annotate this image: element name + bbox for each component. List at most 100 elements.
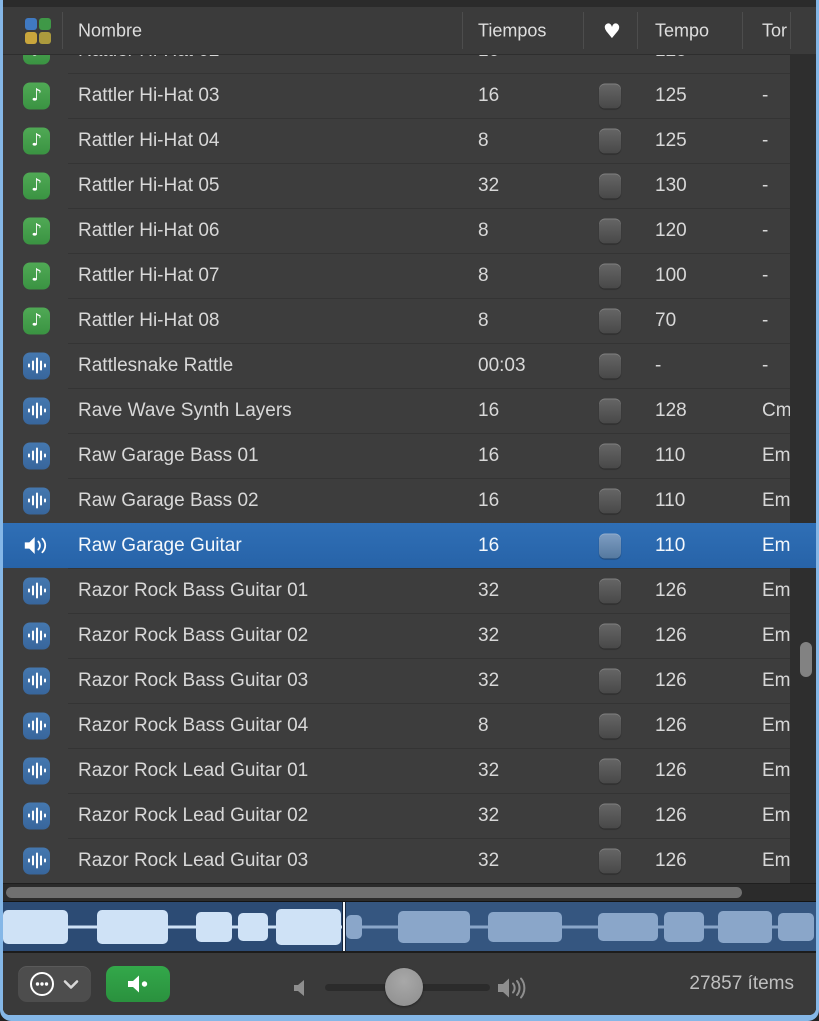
loop-row[interactable]: ♪Rattler Hi-Hat 0532130- — [3, 163, 816, 208]
audio-loop-icon — [23, 487, 50, 514]
favorite-checkbox[interactable] — [599, 128, 621, 153]
favorite-checkbox[interactable] — [599, 578, 621, 603]
loop-beats: 32 — [478, 760, 499, 782]
column-header-beats[interactable]: Tiempos — [478, 20, 546, 41]
audio-loop-icon — [23, 352, 50, 379]
loop-key: - — [762, 130, 768, 152]
loop-row[interactable]: ♪Rattler Hi-Hat 0316125- — [3, 73, 816, 118]
speaker-quiet-icon — [293, 979, 307, 997]
favorite-checkbox[interactable] — [599, 263, 621, 288]
favorite-checkbox[interactable] — [599, 218, 621, 243]
loop-row[interactable]: Razor Rock Lead Guitar 0332126Em — [3, 838, 816, 883]
loop-name: Razor Rock Bass Guitar 04 — [78, 715, 308, 737]
loop-row[interactable]: ♪Rattler Hi-Hat 0216125- — [3, 55, 816, 73]
loop-row[interactable]: Razor Rock Bass Guitar 0332126Em — [3, 658, 816, 703]
column-separator — [790, 12, 791, 49]
loop-beats: 32 — [478, 850, 499, 872]
volume-slider-thumb[interactable] — [385, 968, 423, 1006]
loop-tempo: 126 — [655, 805, 687, 827]
favorite-checkbox[interactable] — [599, 443, 621, 468]
loop-row[interactable]: ♪Rattler Hi-Hat 068120- — [3, 208, 816, 253]
loop-key: - — [762, 355, 768, 377]
loop-row[interactable]: ♪Rattler Hi-Hat 078100- — [3, 253, 816, 298]
loop-beats: 32 — [478, 175, 499, 197]
music-note-icon: ♪ — [23, 55, 50, 64]
loop-beats: 8 — [478, 130, 489, 152]
column-header-name[interactable]: Nombre — [78, 20, 142, 41]
loop-name: Razor Rock Lead Guitar 02 — [78, 805, 308, 827]
grid-tile-yellow — [25, 32, 37, 44]
loop-beats: 8 — [478, 220, 489, 242]
vertical-scrollbar-thumb[interactable] — [800, 642, 812, 677]
loop-key: - — [762, 265, 768, 287]
loop-row[interactable]: Rattlesnake Rattle00:03-- — [3, 343, 816, 388]
loop-beats: 32 — [478, 625, 499, 647]
favorite-checkbox[interactable] — [599, 758, 621, 783]
items-count-label: 27857 ítems — [689, 973, 794, 995]
favorite-checkbox[interactable] — [599, 83, 621, 108]
bottom-toolbar: 27857 ítems — [3, 951, 816, 1015]
loop-row[interactable]: Raw Garage Guitar16110Em — [3, 523, 816, 568]
audio-loop-icon — [23, 802, 50, 829]
actions-menu-button[interactable] — [18, 966, 91, 1002]
loop-row[interactable]: Razor Rock Lead Guitar 0132126Em — [3, 748, 816, 793]
loop-row[interactable]: Raw Garage Bass 0116110Em — [3, 433, 816, 478]
loop-beats: 16 — [478, 400, 499, 422]
waveform-preview[interactable] — [3, 901, 816, 951]
favorite-checkbox[interactable] — [599, 398, 621, 423]
favorite-checkbox[interactable] — [599, 713, 621, 738]
loop-row[interactable]: Razor Rock Bass Guitar 048126Em — [3, 703, 816, 748]
loop-row[interactable]: Razor Rock Bass Guitar 0232126Em — [3, 613, 816, 658]
audio-loop-icon — [23, 397, 50, 424]
favorite-checkbox[interactable] — [599, 803, 621, 828]
favorite-checkbox[interactable] — [599, 848, 621, 873]
column-separator — [462, 12, 463, 49]
loop-beats: 16 — [478, 535, 499, 557]
loop-name: Rattler Hi-Hat 03 — [78, 85, 220, 107]
loop-beats: 8 — [478, 310, 489, 332]
favorite-checkbox[interactable] — [599, 173, 621, 198]
loop-name: Rattler Hi-Hat 04 — [78, 130, 220, 152]
loop-tempo: - — [655, 355, 661, 377]
loop-browser-window: Nombre Tiempos ♥ Tempo Tor ♪Rattler Hi-H… — [0, 0, 819, 1021]
audio-loop-icon — [23, 757, 50, 784]
loop-name: Rattler Hi-Hat 02 — [78, 55, 220, 62]
loop-tempo: 130 — [655, 175, 687, 197]
audio-loop-icon — [23, 667, 50, 694]
loop-name: Razor Rock Bass Guitar 01 — [78, 580, 308, 602]
music-note-icon: ♪ — [23, 307, 50, 334]
favorite-checkbox[interactable] — [599, 533, 621, 558]
loop-tempo: 126 — [655, 580, 687, 602]
loop-key: - — [762, 85, 768, 107]
loop-row[interactable]: ♪Rattler Hi-Hat 08870- — [3, 298, 816, 343]
loop-row[interactable]: Raw Garage Bass 0216110Em — [3, 478, 816, 523]
loop-row[interactable]: Razor Rock Bass Guitar 0132126Em — [3, 568, 816, 613]
column-header-key[interactable]: Tor — [762, 20, 787, 41]
loop-row[interactable]: ♪Rattler Hi-Hat 048125- — [3, 118, 816, 163]
loop-tempo: 110 — [655, 535, 685, 557]
loop-tempo: 120 — [655, 220, 687, 242]
favorite-checkbox[interactable] — [599, 623, 621, 648]
favorite-checkbox[interactable] — [599, 308, 621, 333]
favorite-checkbox[interactable] — [599, 488, 621, 513]
loop-name: Razor Rock Bass Guitar 03 — [78, 670, 308, 692]
loop-row[interactable]: Razor Rock Lead Guitar 0232126Em — [3, 793, 816, 838]
loop-tempo: 110 — [655, 445, 685, 467]
favorite-column-heart-icon[interactable]: ♥ — [603, 19, 621, 43]
loop-beats: 32 — [478, 670, 499, 692]
loop-key: Cm — [762, 400, 792, 422]
favorite-checkbox[interactable] — [599, 353, 621, 378]
loop-row[interactable]: Rave Wave Synth Layers16128Cm — [3, 388, 816, 433]
loop-name: Razor Rock Lead Guitar 01 — [78, 760, 308, 782]
loop-key: Em — [762, 805, 791, 827]
music-note-icon: ♪ — [23, 262, 50, 289]
horizontal-scrollbar-thumb[interactable] — [6, 887, 742, 898]
grid-tile-green — [39, 18, 51, 30]
view-mode-grid-icon[interactable] — [25, 18, 51, 44]
music-note-icon: ♪ — [23, 127, 50, 154]
column-header-tempo[interactable]: Tempo — [655, 20, 709, 41]
loop-name: Rave Wave Synth Layers — [78, 400, 292, 422]
preview-speaker-button[interactable] — [106, 966, 170, 1002]
table-header: Nombre Tiempos ♥ Tempo Tor — [3, 7, 816, 55]
favorite-checkbox[interactable] — [599, 668, 621, 693]
